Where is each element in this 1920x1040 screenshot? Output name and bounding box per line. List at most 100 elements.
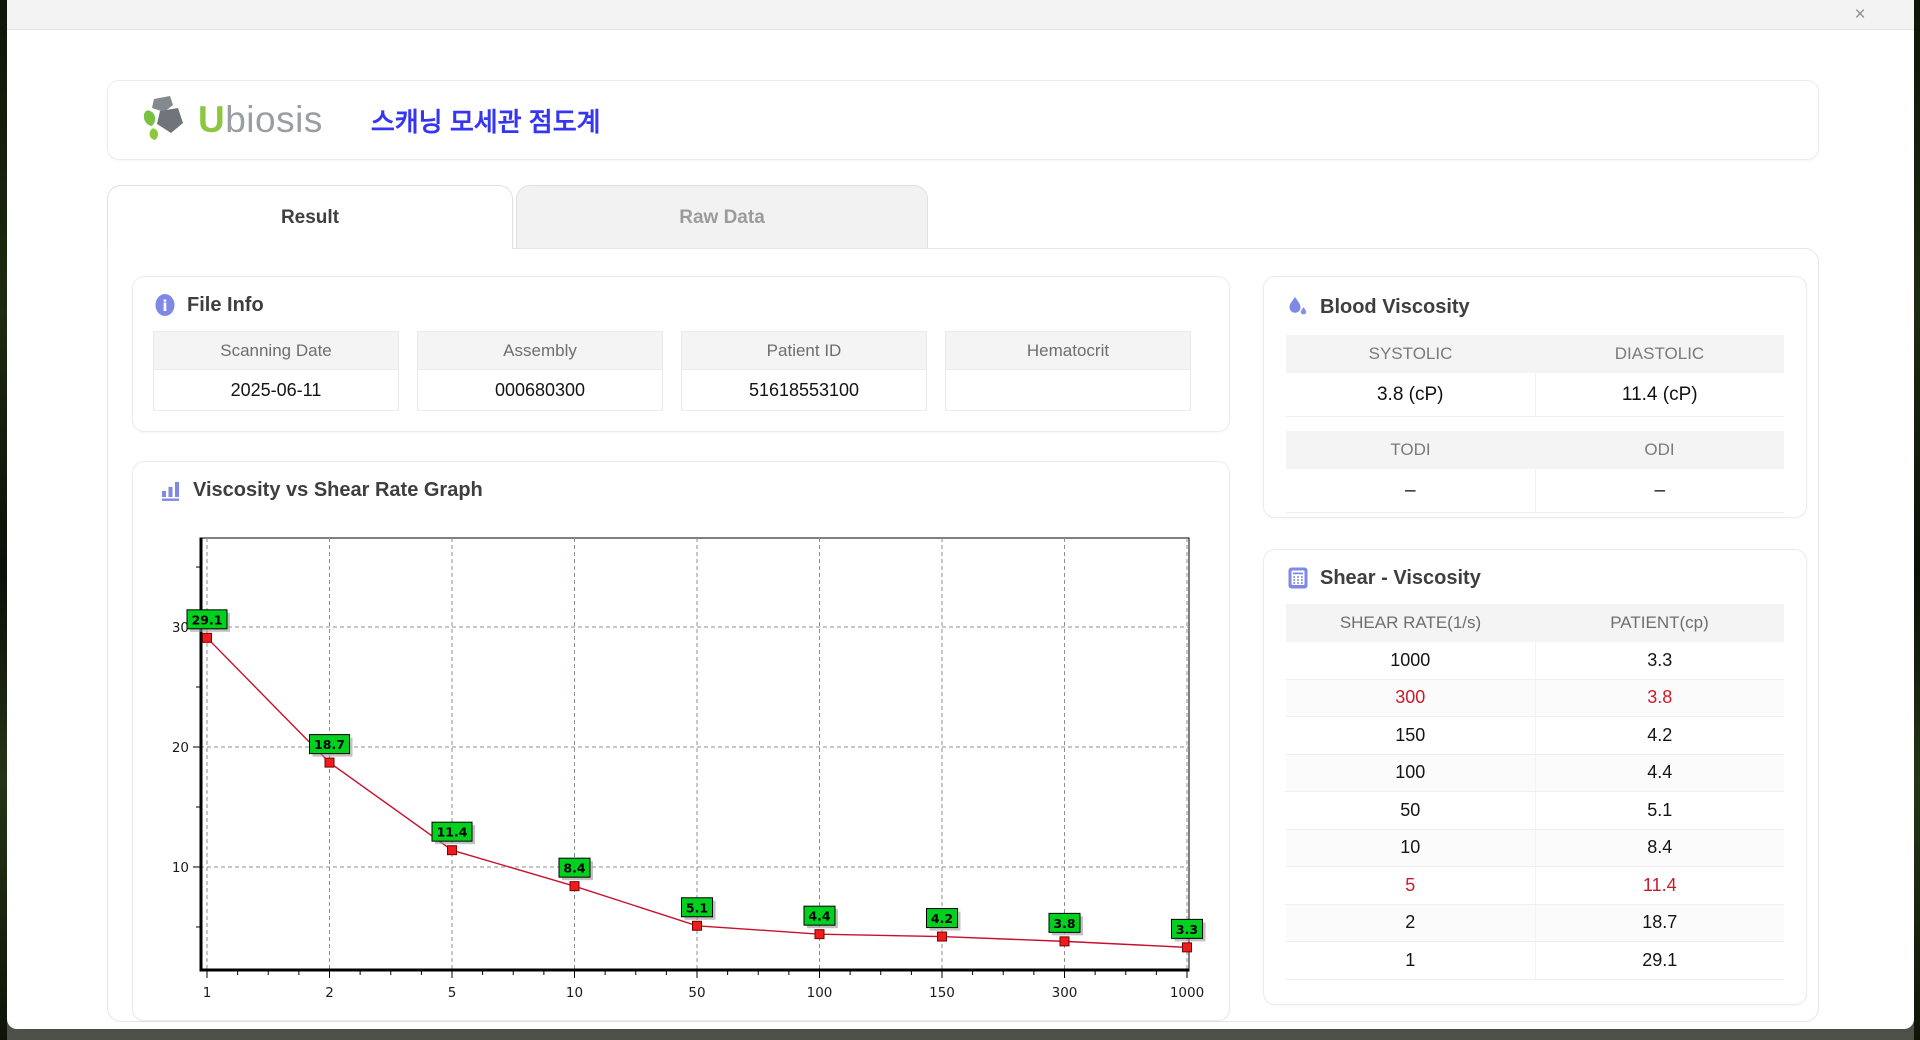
field-label: Scanning Date	[154, 332, 398, 370]
metric-header-row: TODI ODI	[1286, 431, 1784, 469]
close-icon[interactable]: ×	[1848, 4, 1872, 26]
svg-text:5: 5	[448, 985, 457, 1001]
viscosity-graph-panel: Viscosity vs Shear Rate Graph 1020301251…	[132, 461, 1230, 1021]
file-info-fields: Scanning Date 2025-06-11 Assembly 000680…	[153, 331, 1209, 411]
table-cell: 3.3	[1536, 642, 1785, 679]
table-cell: 2	[1286, 905, 1536, 942]
window-titlebar: ×	[7, 0, 1914, 30]
shear-viscosity-table: SHEAR RATE(1/s) PATIENT(cp) 10003.33003.…	[1286, 604, 1784, 980]
brand-name: Ubiosis	[198, 99, 323, 141]
svg-text:11.4: 11.4	[437, 825, 468, 840]
shear-viscosity-row: 108.4	[1286, 830, 1784, 868]
table-cell: 5	[1286, 867, 1536, 904]
shear-viscosity-row: 1004.4	[1286, 755, 1784, 793]
field-label: Hematocrit	[946, 332, 1190, 370]
desktop-background-left	[0, 0, 7, 1040]
svg-text:3.3: 3.3	[1176, 922, 1198, 937]
field-label: Patient ID	[682, 332, 926, 370]
svg-text:300: 300	[1052, 985, 1078, 1001]
svg-text:18.7: 18.7	[314, 737, 345, 752]
shear-viscosity-row: 511.4	[1286, 867, 1784, 905]
brand-u: U	[198, 99, 225, 140]
table-cell: 8.4	[1536, 830, 1785, 867]
svg-text:150: 150	[929, 985, 955, 1001]
svg-text:3.8: 3.8	[1053, 916, 1075, 931]
blood-viscosity-title-row: Blood Viscosity	[1286, 295, 1784, 319]
field-assembly: Assembly 000680300	[417, 331, 663, 411]
table-cell: 18.7	[1536, 905, 1785, 942]
shear-viscosity-title: Shear - Viscosity	[1320, 567, 1481, 590]
table-cell: 50	[1286, 792, 1536, 829]
ubiosis-logo: Ubiosis	[140, 95, 323, 145]
table-cell: 4.2	[1536, 717, 1785, 754]
result-tab-content: i File Info Scanning Date 2025-06-11 Ass…	[107, 248, 1819, 1022]
table-cell: 29.1	[1536, 942, 1785, 979]
svg-text:2: 2	[325, 985, 334, 1001]
table-cell: 10	[1286, 830, 1536, 867]
column-shear-rate: SHEAR RATE(1/s)	[1286, 604, 1535, 642]
shear-viscosity-row: 505.1	[1286, 792, 1784, 830]
table-cell: 150	[1286, 717, 1536, 754]
app-header: Ubiosis 스캐닝 모세관 점도계	[107, 80, 1819, 160]
table-cell: 11.4	[1536, 867, 1785, 904]
field-value	[946, 370, 1190, 410]
shear-viscosity-row: 3003.8	[1286, 680, 1784, 718]
svg-text:10: 10	[566, 985, 583, 1001]
field-label: Assembly	[418, 332, 662, 370]
metric-value-systolic: 3.8 (cP)	[1286, 373, 1536, 416]
shear-viscosity-row: 218.7	[1286, 905, 1784, 943]
svg-text:4.4: 4.4	[808, 909, 830, 924]
viscosity-shear-chart: 1020301251050100150300100029.118.711.48.…	[133, 462, 1231, 1007]
blood-viscosity-title: Blood Viscosity	[1320, 296, 1470, 319]
app-window: × Ubiosis 스캐닝 모세관 점도계 Result Raw Data i	[7, 0, 1914, 1029]
field-scanning-date: Scanning Date 2025-06-11	[153, 331, 399, 411]
droplets-icon	[1286, 295, 1310, 319]
shear-viscosity-row: 129.1	[1286, 942, 1784, 980]
app-title-korean: 스캐닝 모세관 점도계	[371, 102, 601, 139]
metric-value-row: 3.8 (cP) 11.4 (cP)	[1286, 373, 1784, 417]
svg-text:20: 20	[172, 740, 189, 756]
table-cell: 1000	[1286, 642, 1536, 679]
shear-viscosity-row: 10003.3	[1286, 642, 1784, 680]
brand-biosis: biosis	[225, 99, 323, 140]
table-cell: 100	[1286, 755, 1536, 792]
svg-text:10: 10	[172, 860, 189, 876]
column-patient: PATIENT(cp)	[1535, 604, 1784, 642]
field-value: 51618553100	[682, 370, 926, 410]
field-value: 2025-06-11	[154, 370, 398, 410]
shear-viscosity-table-body: 10003.33003.81504.21004.4505.1108.4511.4…	[1286, 642, 1784, 980]
blood-viscosity-panel: Blood Viscosity SYSTOLIC DIASTOLIC 3.8 (…	[1263, 276, 1807, 518]
calculator-icon	[1286, 566, 1310, 590]
svg-text:4.2: 4.2	[931, 911, 953, 926]
table-header-row: SHEAR RATE(1/s) PATIENT(cp)	[1286, 604, 1784, 642]
file-info-title: File Info	[187, 294, 264, 317]
shear-viscosity-panel: Shear - Viscosity SHEAR RATE(1/s) PATIEN…	[1263, 549, 1807, 1005]
file-info-panel: i File Info Scanning Date 2025-06-11 Ass…	[132, 276, 1230, 432]
table-cell: 5.1	[1536, 792, 1785, 829]
table-cell: 1	[1286, 942, 1536, 979]
file-info-title-row: i File Info	[153, 293, 1209, 317]
svg-text:1: 1	[203, 985, 212, 1001]
shear-viscosity-row: 1504.2	[1286, 717, 1784, 755]
svg-text:30: 30	[172, 620, 189, 636]
field-patient-id: Patient ID 51618553100	[681, 331, 927, 411]
tab-raw-data[interactable]: Raw Data	[516, 185, 928, 249]
metric-label-systolic: SYSTOLIC	[1286, 335, 1535, 373]
table-cell: 4.4	[1536, 755, 1785, 792]
tab-result[interactable]: Result	[107, 185, 513, 249]
metric-value-diastolic: 11.4 (cP)	[1536, 373, 1785, 416]
svg-text:100: 100	[807, 985, 833, 1001]
desktop-background-right	[1914, 0, 1920, 1040]
field-hematocrit: Hematocrit	[945, 331, 1191, 411]
svg-text:1000: 1000	[1170, 985, 1204, 1001]
metric-value-row: – –	[1286, 469, 1784, 513]
info-icon: i	[153, 293, 177, 317]
metric-value-odi: –	[1536, 469, 1785, 512]
svg-text:8.4: 8.4	[563, 861, 585, 876]
metric-label-diastolic: DIASTOLIC	[1535, 335, 1784, 373]
metric-label-todi: TODI	[1286, 431, 1535, 469]
svg-text:29.1: 29.1	[192, 612, 223, 627]
field-value: 000680300	[418, 370, 662, 410]
shear-viscosity-title-row: Shear - Viscosity	[1286, 566, 1784, 590]
metric-value-todi: –	[1286, 469, 1536, 512]
